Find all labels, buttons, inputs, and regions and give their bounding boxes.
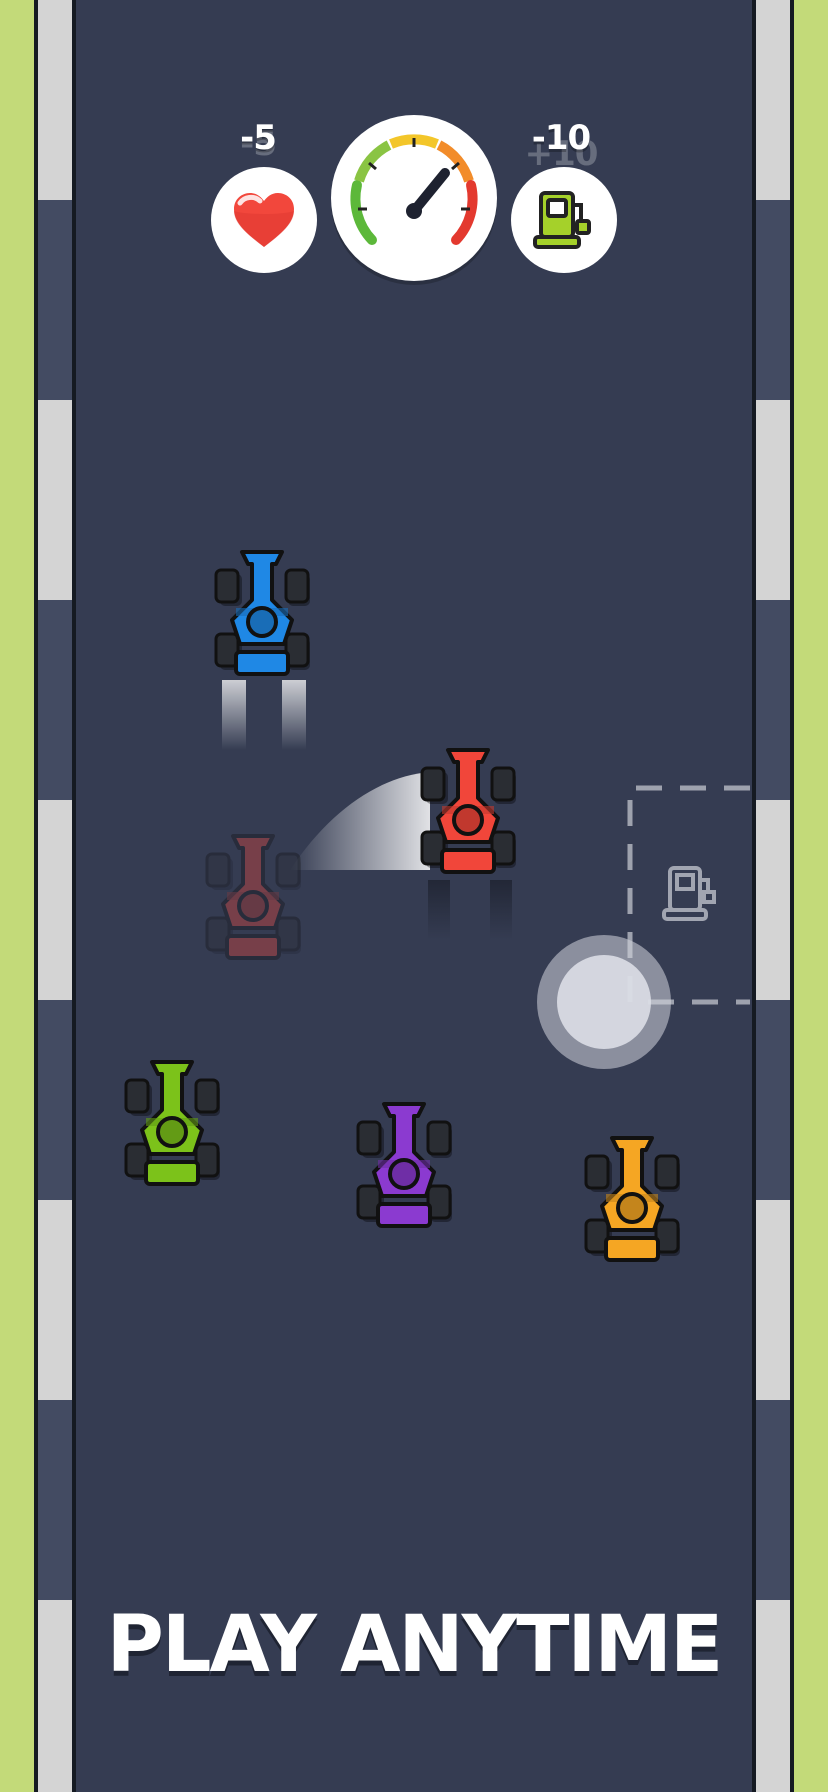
speedometer-icon	[350, 134, 478, 245]
curb-left	[38, 0, 72, 1792]
car-red-ghost	[205, 832, 305, 976]
car-green	[124, 1058, 224, 1202]
car-blue	[214, 548, 314, 692]
car-red[interactable]	[420, 746, 520, 890]
red-car-drift-trail	[290, 772, 430, 870]
curb-right	[756, 0, 790, 1792]
car-orange	[584, 1134, 684, 1278]
health-badge	[211, 167, 317, 273]
fuel-badge	[511, 167, 617, 273]
heart-icon	[234, 193, 294, 247]
speedometer-badge	[331, 115, 497, 281]
touch-indicator	[537, 935, 671, 1069]
fuel-delta: -10	[531, 118, 591, 158]
car-purple	[356, 1100, 456, 1244]
grass-right	[792, 0, 828, 1792]
fuel-pump-icon	[533, 191, 591, 249]
tagline: PLAY ANYTIME	[106, 1600, 724, 1690]
road-edge-left	[72, 0, 76, 1792]
fuel-zone-pump-icon	[662, 866, 716, 921]
track-border-right	[790, 0, 794, 1792]
grass-left	[0, 0, 36, 1792]
health-delta: -5	[240, 118, 277, 158]
